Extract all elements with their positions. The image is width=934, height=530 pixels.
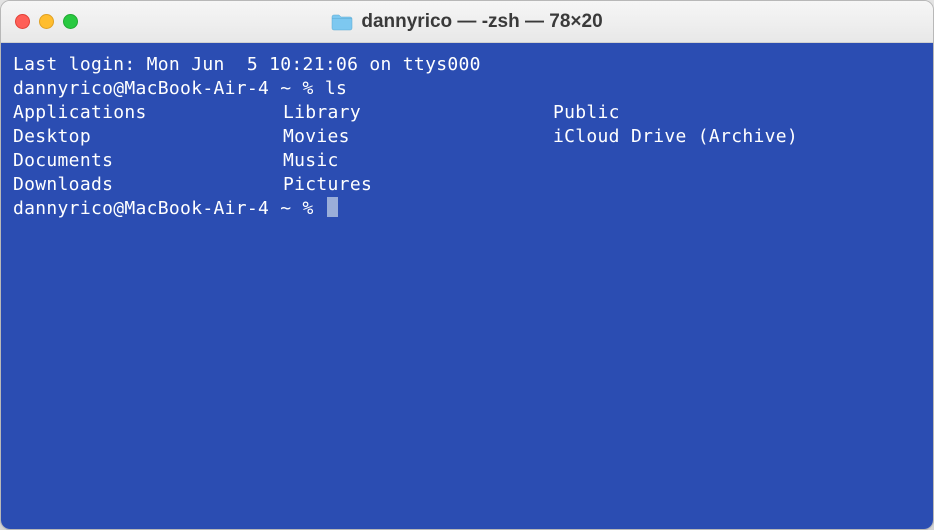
ls-item: Public	[553, 101, 921, 125]
terminal-window: dannyrico — -zsh — 78×20 Last login: Mon…	[0, 0, 934, 530]
prompt-text: dannyrico@MacBook-Air-4 ~ %	[13, 77, 325, 101]
titlebar[interactable]: dannyrico — -zsh — 78×20	[1, 1, 933, 43]
prompt-text: dannyrico@MacBook-Air-4 ~ %	[13, 197, 325, 221]
terminal-body[interactable]: Last login: Mon Jun 5 10:21:06 on ttys00…	[1, 43, 933, 529]
ls-item: Pictures	[283, 173, 553, 197]
ls-item: Movies	[283, 125, 553, 149]
folder-icon	[331, 13, 353, 31]
title-area: dannyrico — -zsh — 78×20	[331, 11, 602, 33]
ls-item: Desktop	[13, 125, 283, 149]
traffic-lights	[1, 14, 78, 29]
zoom-button[interactable]	[63, 14, 78, 29]
minimize-button[interactable]	[39, 14, 54, 29]
ls-item: Music	[283, 149, 553, 173]
prompt-line-2: dannyrico@MacBook-Air-4 ~ %	[13, 197, 921, 221]
ls-output: Applications Library Public Desktop Movi…	[13, 101, 921, 197]
ls-item: iCloud Drive (Archive)	[553, 125, 921, 149]
window-title: dannyrico — -zsh — 78×20	[361, 11, 602, 33]
prompt-line-1: dannyrico@MacBook-Air-4 ~ % ls	[13, 77, 921, 101]
ls-item	[553, 173, 921, 197]
last-login-line: Last login: Mon Jun 5 10:21:06 on ttys00…	[13, 53, 921, 77]
close-button[interactable]	[15, 14, 30, 29]
cursor	[327, 197, 338, 217]
ls-item: Library	[283, 101, 553, 125]
ls-item: Downloads	[13, 173, 283, 197]
ls-item	[553, 149, 921, 173]
ls-item: Documents	[13, 149, 283, 173]
command-text: ls	[325, 77, 347, 101]
ls-item: Applications	[13, 101, 283, 125]
